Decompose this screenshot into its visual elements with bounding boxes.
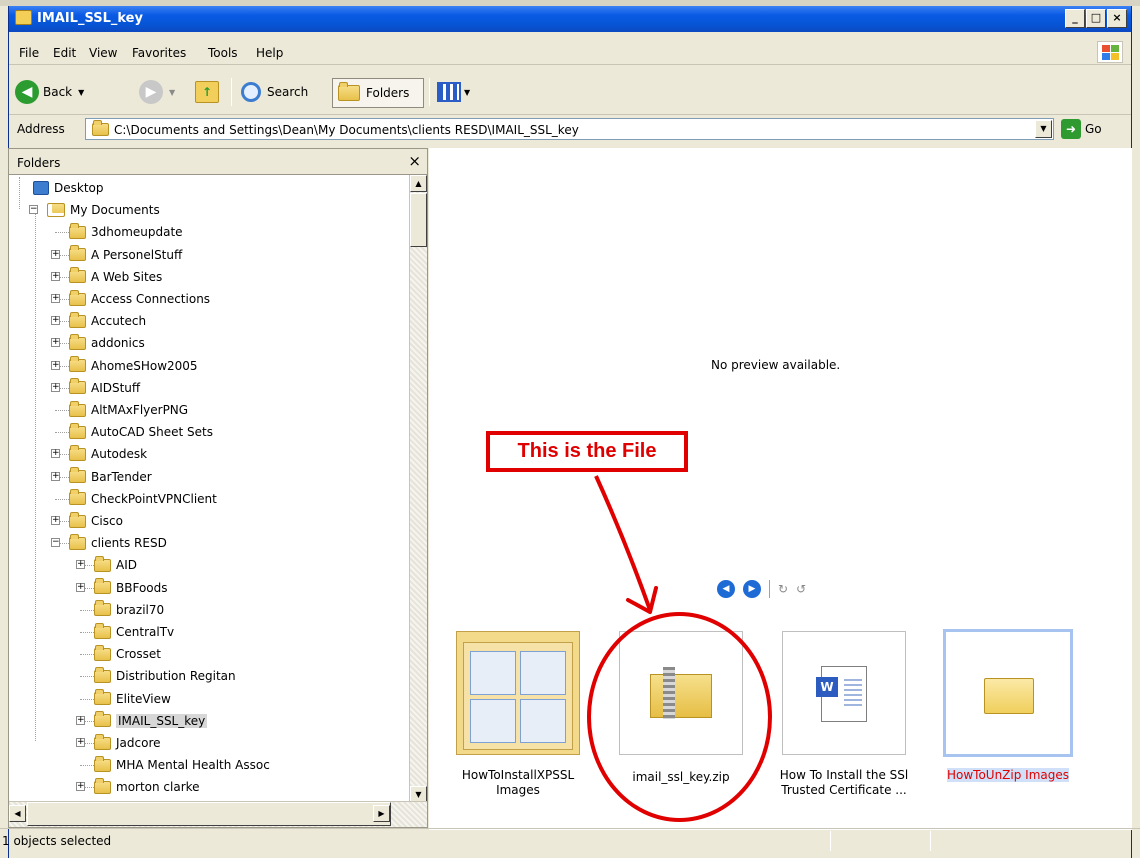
annotation-arrow: [594, 475, 658, 614]
annotation-arrow-line: [594, 475, 652, 611]
